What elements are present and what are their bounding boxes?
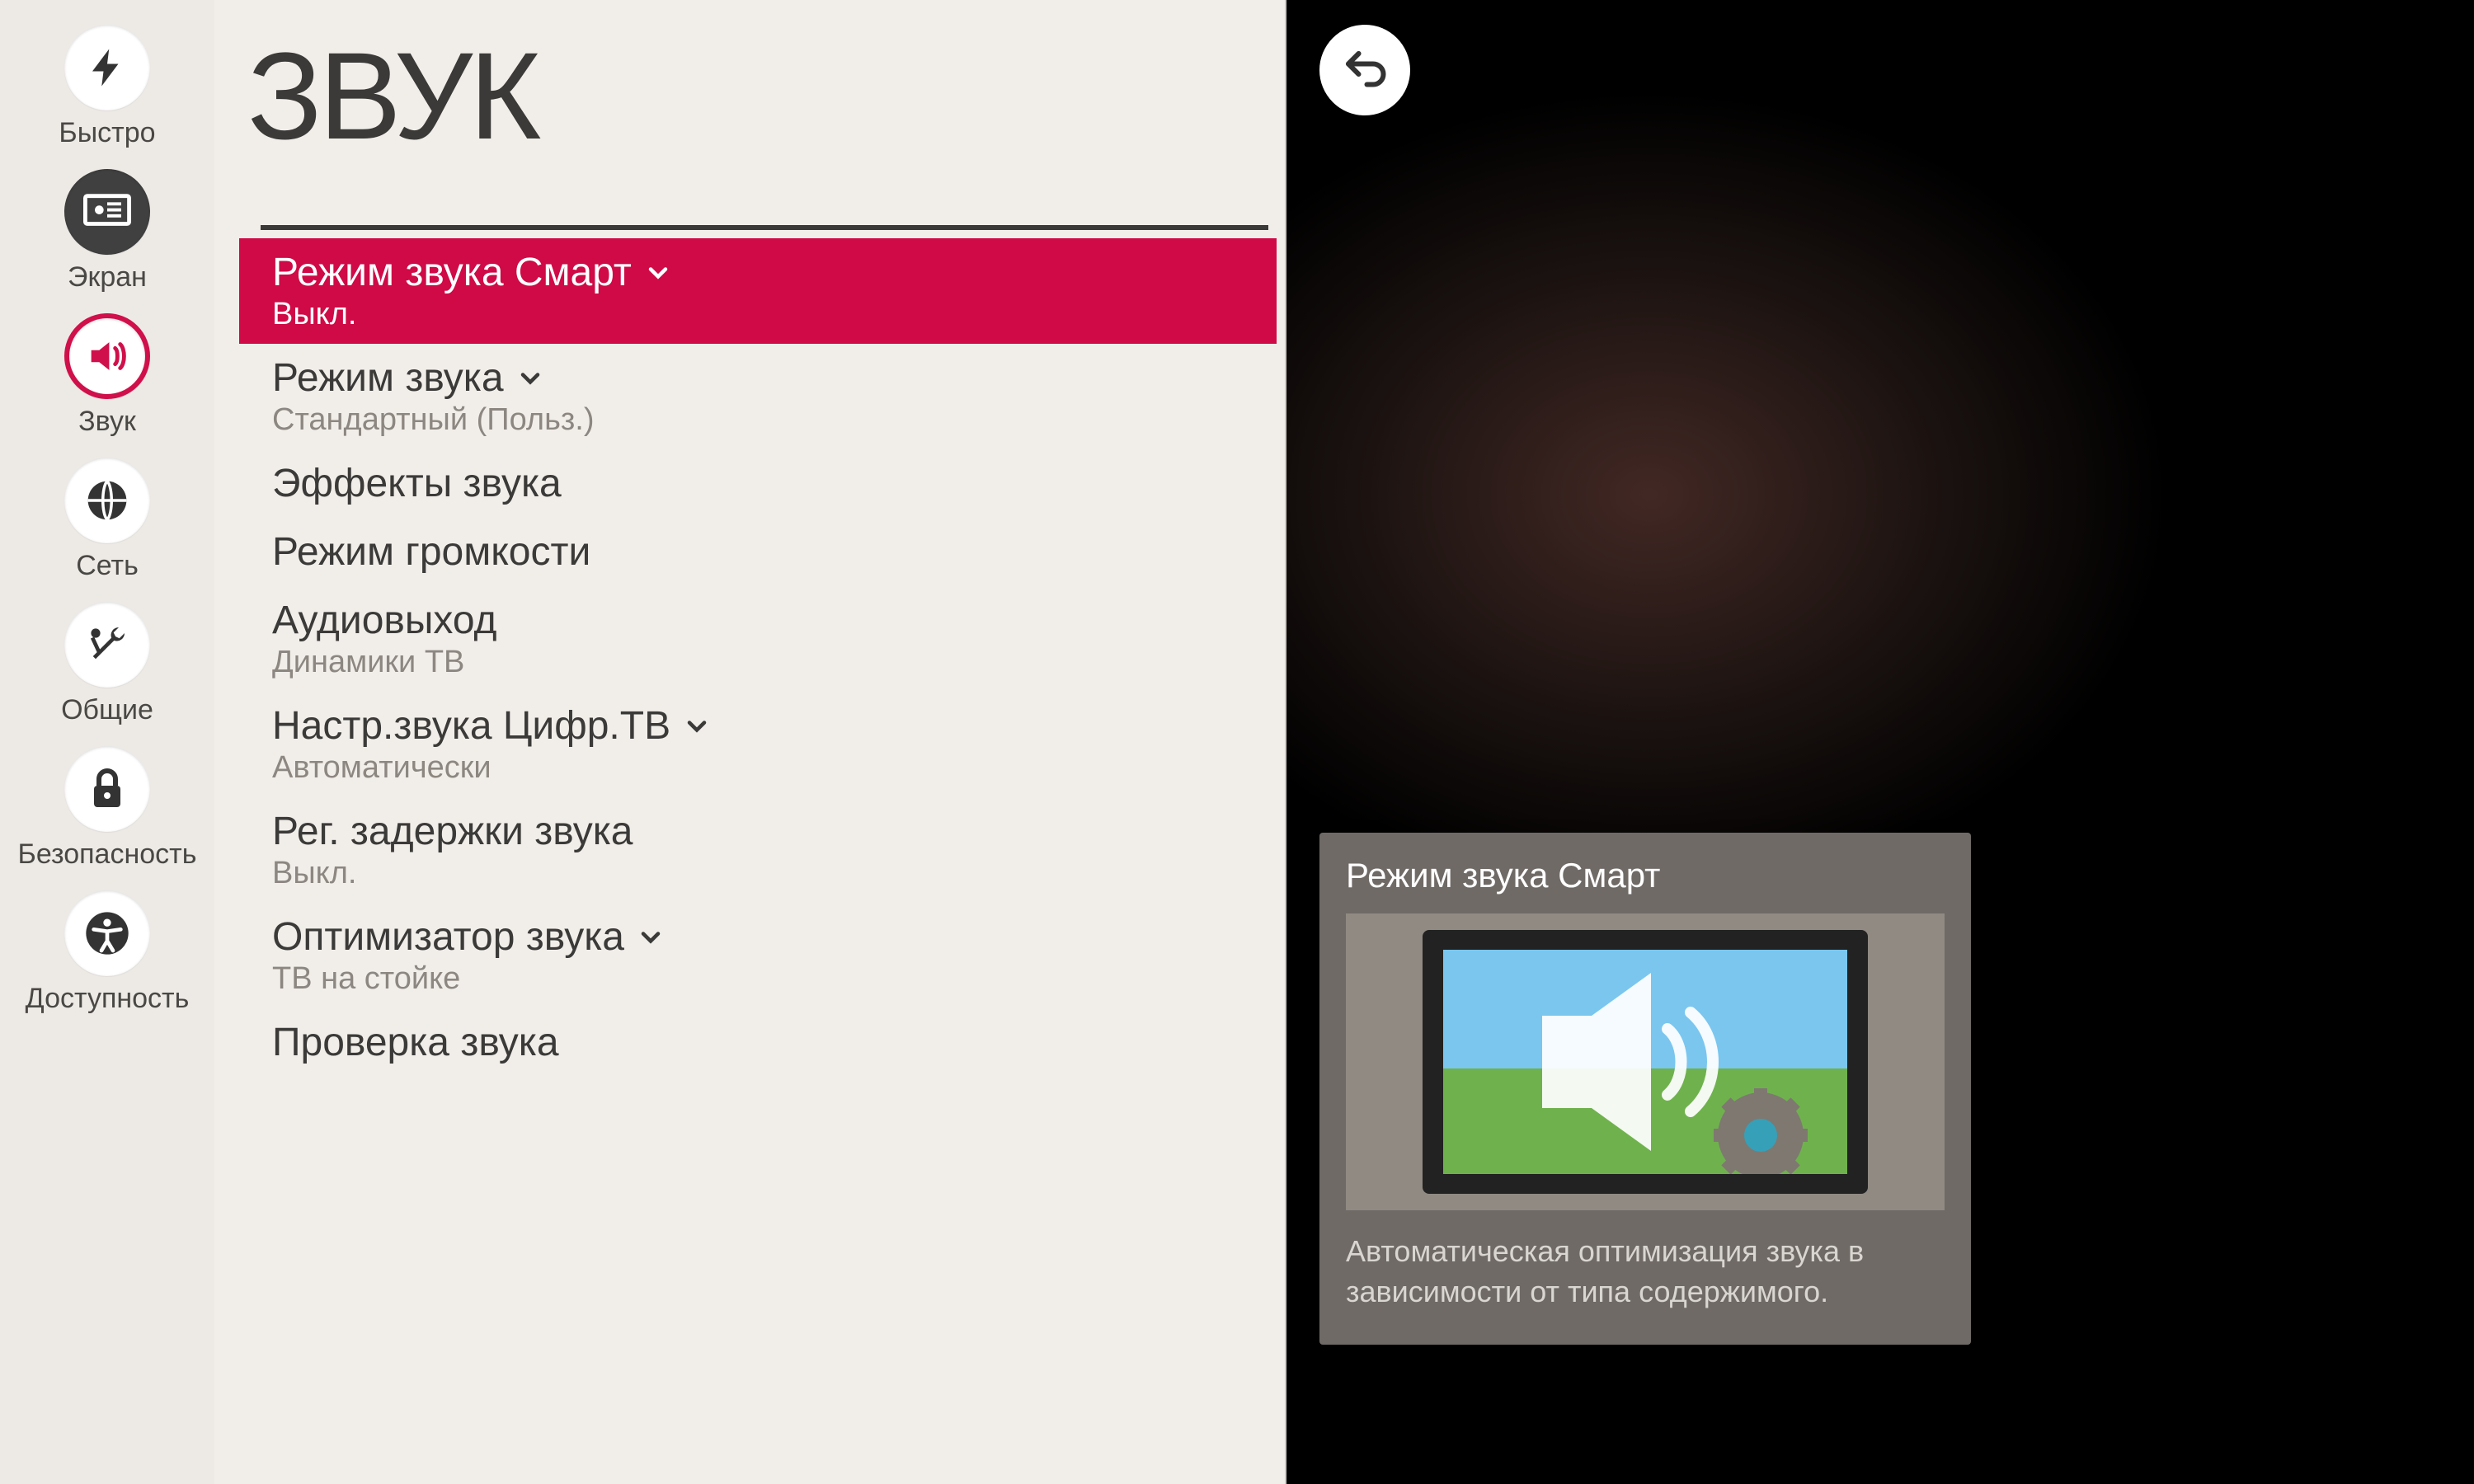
row-title-text: Рег. задержки звука xyxy=(272,809,633,854)
help-card: Режим звука Смарт xyxy=(1319,833,1971,1345)
row-smart-sound-mode[interactable]: Режим звука Смарт Выкл. xyxy=(239,238,1277,344)
rail-item-security[interactable]: Безопасность xyxy=(0,746,214,871)
rail-label: Сеть xyxy=(76,550,139,582)
back-button[interactable] xyxy=(1319,25,1410,115)
rail-label: Звук xyxy=(78,406,136,438)
settings-main: ЗВУК Режим звука Смарт Выкл. Режим звука… xyxy=(214,0,1285,1484)
row-sound-optimizer[interactable]: Оптимизатор звука ТВ на стойке xyxy=(239,903,1277,1008)
row-audio-out[interactable]: Аудиовыход Динамики ТВ xyxy=(239,586,1277,692)
screen-icon xyxy=(64,169,150,255)
page-title: ЗВУК xyxy=(239,25,1277,167)
row-sub-text: Стандартный (Польз.) xyxy=(272,402,1249,438)
globe-icon xyxy=(64,458,150,543)
sound-icon xyxy=(64,313,150,399)
rail-item-quick[interactable]: Быстро xyxy=(0,25,214,149)
bolt-icon xyxy=(64,25,150,110)
row-title-text: Режим звука xyxy=(272,355,504,401)
row-title-text: Проверка звука xyxy=(272,1020,559,1065)
row-volume-mode[interactable]: Режим громкости xyxy=(239,518,1277,586)
row-sub-text: Выкл. xyxy=(272,856,1249,891)
row-av-sync[interactable]: Рег. задержки звука Выкл. xyxy=(239,797,1277,903)
row-title-text: Аудиовыход xyxy=(272,598,497,643)
chevron-down-icon xyxy=(643,258,673,288)
row-sub-text: Динамики ТВ xyxy=(272,645,1249,680)
chevron-down-icon xyxy=(682,711,712,741)
rail-label: Безопасность xyxy=(18,838,197,871)
row-sub-text: Автоматически xyxy=(272,750,1249,786)
rail-label: Экран xyxy=(68,261,147,294)
title-divider xyxy=(261,225,1268,230)
rail-item-general[interactable]: Общие xyxy=(0,602,214,726)
category-rail: Быстро Экран Звук Сеть Общие xyxy=(0,0,214,1484)
rail-label: Быстро xyxy=(59,117,155,149)
row-sub-text: Выкл. xyxy=(272,297,1249,332)
rail-label: Доступность xyxy=(26,983,190,1015)
rail-item-sound[interactable]: Звук xyxy=(0,313,214,438)
row-title-text: Настр.звука Цифр.ТВ xyxy=(272,703,670,749)
rail-item-picture[interactable]: Экран xyxy=(0,169,214,294)
chevron-down-icon xyxy=(515,364,545,393)
settings-panel: Быстро Экран Звук Сеть Общие xyxy=(0,0,1286,1484)
settings-list: Режим звука Смарт Выкл. Режим звука Стан… xyxy=(239,238,1277,1077)
row-digital-tv-sound[interactable]: Настр.звука Цифр.ТВ Автоматически xyxy=(239,692,1277,797)
row-sound-mode[interactable]: Режим звука Стандартный (Польз.) xyxy=(239,344,1277,449)
help-description: Автоматическая оптимизация звука в завис… xyxy=(1346,1232,1945,1312)
row-title-text: Режим громкости xyxy=(272,529,590,575)
rail-item-network[interactable]: Сеть xyxy=(0,458,214,582)
row-title-text: Режим звука Смарт xyxy=(272,250,632,295)
chevron-down-icon xyxy=(636,923,666,952)
help-illustration xyxy=(1346,913,1945,1210)
tools-icon xyxy=(64,602,150,688)
lock-icon xyxy=(64,746,150,832)
row-sound-effects[interactable]: Эффекты звука xyxy=(239,449,1277,518)
rail-item-accessibility[interactable]: Доступность xyxy=(0,890,214,1015)
accessibility-icon xyxy=(64,890,150,976)
rail-label: Общие xyxy=(61,694,153,726)
back-arrow-icon xyxy=(1340,45,1390,95)
row-title-text: Эффекты звука xyxy=(272,461,562,506)
tv-frame-graphic xyxy=(1423,930,1868,1194)
tv-screen-graphic xyxy=(1443,950,1847,1174)
row-sub-text: ТВ на стойке xyxy=(272,961,1249,997)
help-title: Режим звука Смарт xyxy=(1346,856,1945,895)
row-title-text: Оптимизатор звука xyxy=(272,914,624,960)
row-sound-test[interactable]: Проверка звука xyxy=(239,1008,1277,1077)
